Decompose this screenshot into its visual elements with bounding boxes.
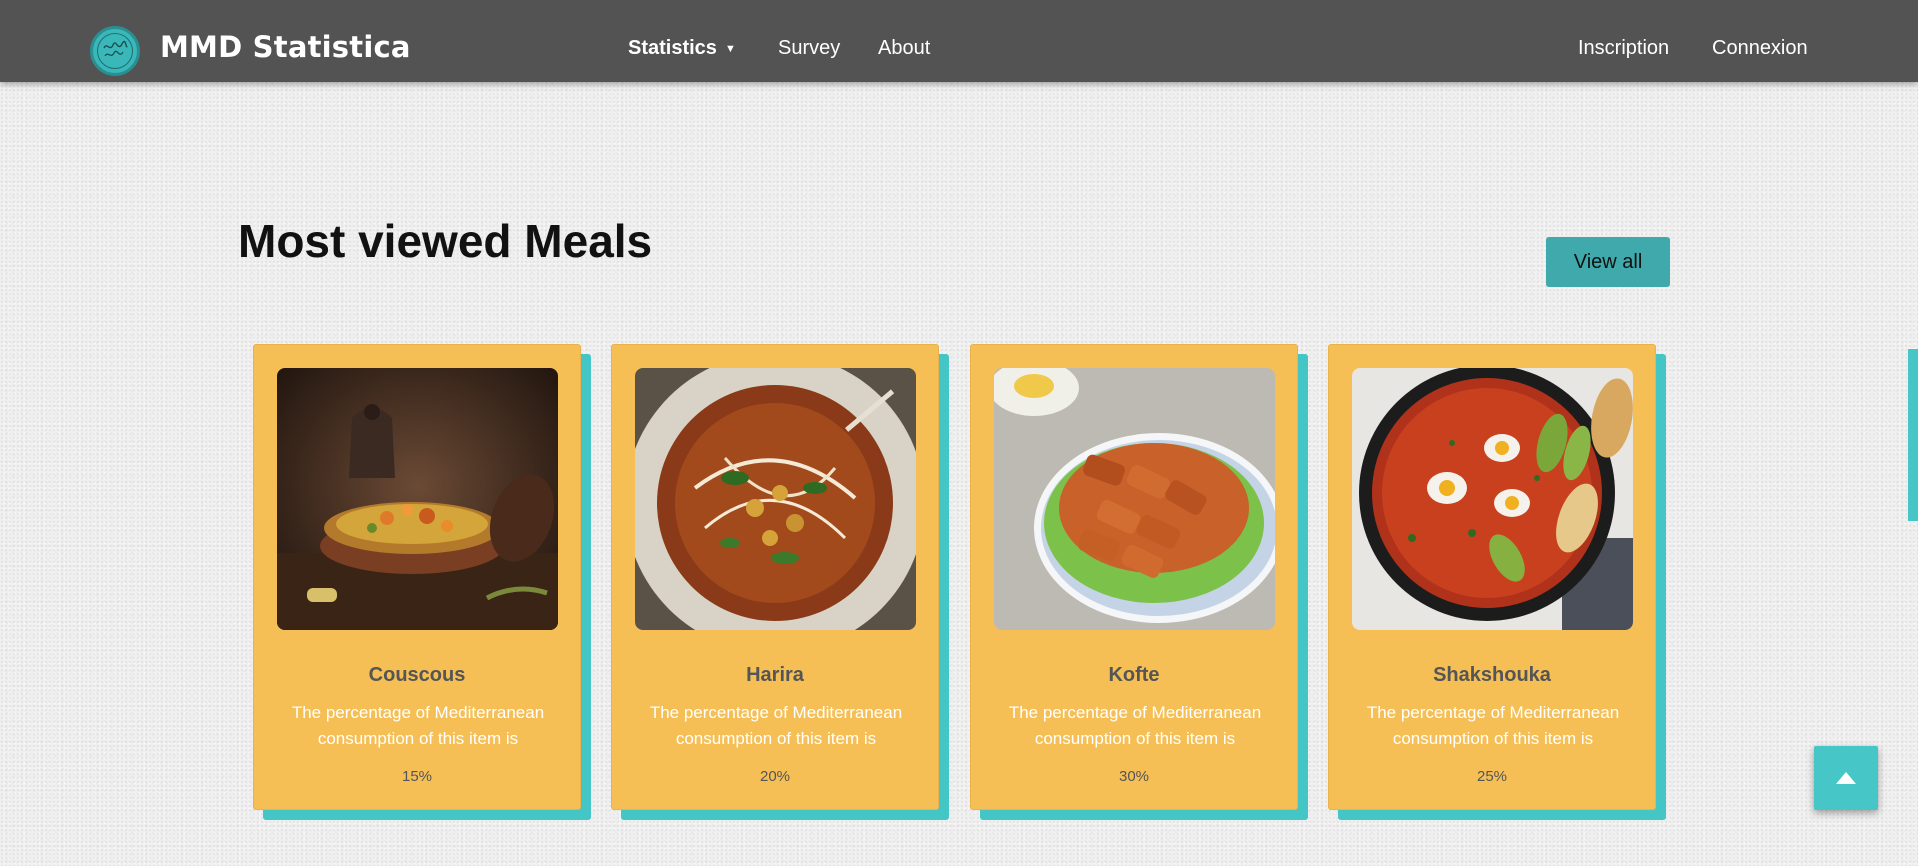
meal-name: Shakshouka [1433, 664, 1551, 686]
meal-image-harira [635, 368, 916, 630]
site-logo[interactable] [90, 26, 140, 76]
meal-card[interactable]: Harira The percentage of Mediterranean c… [611, 344, 949, 820]
logo-emblem [97, 33, 133, 69]
meal-description: The percentage of Mediterranean consumpt… [1008, 703, 1262, 748]
meal-name: Couscous [368, 664, 466, 686]
meal-image-couscous [277, 368, 558, 630]
back-to-top-button[interactable] [1814, 746, 1878, 810]
brand-name[interactable]: MMD Statistica [160, 30, 411, 64]
meal-card[interactable]: Couscous The percentage of Mediterranean… [253, 344, 591, 820]
meal-name: Harira [746, 664, 804, 686]
meal-card[interactable]: Kofte The percentage of Mediterranean co… [970, 344, 1308, 820]
meal-image-kofte [994, 368, 1275, 630]
card-body: Shakshouka The percentage of Mediterrane… [1328, 344, 1656, 810]
logo-script-mark [103, 40, 128, 57]
section-title: Most viewed Meals [238, 215, 653, 267]
nav-statistics[interactable]: Statistics ▼ [628, 37, 736, 60]
meal-image-shakshouka [1352, 368, 1633, 630]
card-body: Couscous The percentage of Mediterranean… [253, 344, 581, 810]
meal-description: The percentage of Mediterranean consumpt… [291, 703, 545, 748]
caret-down-icon: ▼ [724, 43, 736, 55]
nav-connexion[interactable]: Connexion [1712, 37, 1808, 60]
navbar: MMD Statistica Statistics ▼ Survey About … [0, 0, 1918, 82]
view-all-button[interactable]: View all [1546, 237, 1670, 287]
meal-description: The percentage of Mediterranean consumpt… [1366, 703, 1620, 748]
meal-percentage: 25% [1476, 768, 1508, 785]
meal-description: The percentage of Mediterranean consumpt… [649, 703, 903, 748]
meal-percentage: 30% [1118, 768, 1150, 785]
meal-name: Kofte [1108, 664, 1160, 686]
card-body: Kofte The percentage of Mediterranean co… [970, 344, 1298, 810]
meal-percentage: 15% [401, 768, 433, 785]
meal-percentage: 20% [759, 768, 791, 785]
nav-inscription[interactable]: Inscription [1578, 37, 1669, 60]
arrow-up-icon [1836, 772, 1856, 784]
nav-about[interactable]: About [878, 37, 930, 60]
meal-card[interactable]: Shakshouka The percentage of Mediterrane… [1328, 344, 1666, 820]
nav-statistics-label: Statistics [628, 37, 717, 59]
scrollbar-thumb[interactable] [1908, 349, 1918, 521]
card-body: Harira The percentage of Mediterranean c… [611, 344, 939, 810]
nav-survey[interactable]: Survey [778, 37, 840, 60]
